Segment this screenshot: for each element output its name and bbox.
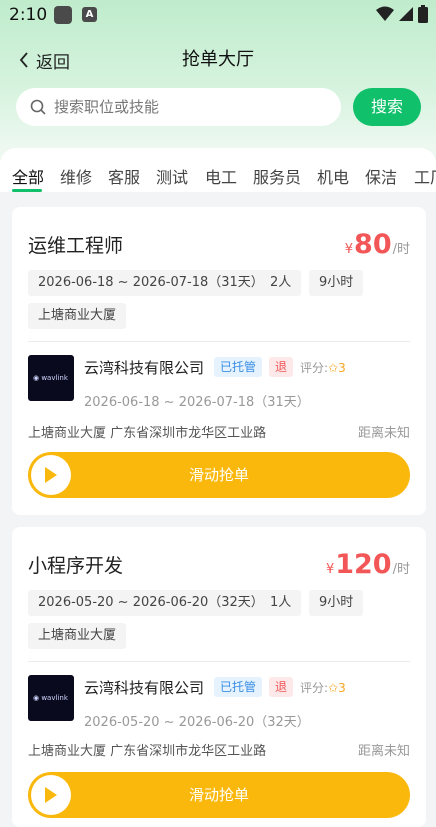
- job-price: ¥ 80 /时: [345, 229, 410, 260]
- company-rating: 评分:✩3: [300, 679, 346, 696]
- company-name: 云湾科技有限公司: [84, 679, 205, 697]
- tab-electromechanical[interactable]: 机电: [317, 164, 349, 188]
- slide-to-grab-slider[interactable]: 滑动抢单: [28, 772, 410, 818]
- tab-customer-service[interactable]: 客服: [108, 164, 140, 188]
- escrow-badge: 已托管: [214, 357, 263, 377]
- rating-label: 评分:: [300, 361, 329, 375]
- status-icons: [376, 5, 428, 23]
- company-rating: 评分:✩3: [300, 359, 346, 376]
- job-card[interactable]: 小程序开发 ¥ 120 /时 2026-05-20 ~ 2026-06-20（3…: [12, 527, 426, 827]
- active-tab-indicator: [12, 189, 42, 192]
- date-range-tag: 2026-06-18 ~ 2026-07-18（31天）: [28, 270, 274, 296]
- date-range-tag: 2026-05-20 ~ 2026-06-20（32天）: [28, 590, 274, 616]
- job-distance: 距离未知: [357, 426, 410, 441]
- company-date-range: 2026-05-20 ~ 2026-06-20（32天）: [84, 715, 310, 730]
- price-amount: 80: [354, 229, 392, 260]
- play-icon: [45, 467, 57, 483]
- search-input[interactable]: [52, 97, 316, 117]
- search-box[interactable]: [16, 88, 341, 126]
- location-tag: 上塘商业大厦: [28, 303, 127, 329]
- tab-waiter[interactable]: 服务员: [253, 164, 301, 188]
- tab-testing[interactable]: 测试: [156, 164, 188, 188]
- job-title: 运维工程师: [28, 235, 124, 257]
- search-button[interactable]: 搜索: [353, 88, 421, 126]
- navigation-bar: 返回 抢单大厅: [0, 40, 436, 80]
- hours-tag: 9小时: [309, 590, 364, 616]
- price-unit: /时: [392, 242, 410, 257]
- search-icon: [30, 99, 46, 115]
- slider-handle[interactable]: [31, 455, 71, 495]
- price-unit: /时: [392, 562, 410, 577]
- battery-icon: [418, 5, 428, 23]
- search-row: 搜索: [16, 88, 421, 128]
- price-amount: 120: [335, 549, 392, 580]
- people-tag: 2人: [260, 270, 302, 296]
- company-date-range: 2026-06-18 ~ 2026-07-18（31天）: [84, 395, 310, 410]
- location-tag: 上塘商业大厦: [28, 623, 127, 649]
- company-logo: ◉ wavlink: [28, 355, 74, 401]
- tab-electrician[interactable]: 电工: [205, 164, 237, 188]
- slider-handle[interactable]: [31, 775, 71, 815]
- price-currency: ¥: [325, 562, 335, 577]
- job-card[interactable]: 运维工程师 ¥ 80 /时 2026-06-18 ~ 2026-07-18（31…: [12, 207, 426, 515]
- star-icon: ✩: [328, 681, 339, 695]
- rating-value: 3: [338, 361, 346, 375]
- page-title: 抢单大厅: [182, 49, 254, 70]
- play-icon: [45, 787, 57, 803]
- price-currency: ¥: [344, 242, 354, 257]
- job-address: 上塘商业大厦 广东省深圳市龙华区工业路: [28, 744, 267, 759]
- people-tag: 1人: [260, 590, 302, 616]
- job-title: 小程序开发: [28, 555, 124, 577]
- job-distance: 距离未知: [357, 744, 410, 759]
- hours-tag: 9小时: [309, 270, 364, 296]
- job-price: ¥ 120 /时: [326, 549, 410, 580]
- company-logo: ◉ wavlink: [28, 675, 74, 721]
- job-address: 上塘商业大厦 广东省深圳市龙华区工业路: [28, 426, 267, 441]
- tab-factory[interactable]: 工厂: [414, 164, 436, 188]
- slide-to-grab-slider[interactable]: 滑动抢单: [28, 452, 410, 498]
- divider: [28, 341, 410, 342]
- company-name: 云湾科技有限公司: [84, 359, 205, 377]
- notification-a-icon: A: [82, 7, 97, 22]
- slide-label: 滑动抢单: [188, 466, 249, 484]
- status-bar: 2:10 A: [0, 0, 436, 30]
- star-icon: ✩: [328, 361, 339, 375]
- slide-label: 滑动抢单: [188, 786, 249, 804]
- escrow-badge: 已托管: [214, 677, 263, 697]
- tab-all[interactable]: 全部: [12, 164, 44, 188]
- category-tabs: 全部 维修 客服 测试 电工 服务员 机电 保洁 工厂: [0, 148, 436, 192]
- tab-repair[interactable]: 维修: [60, 164, 92, 188]
- wifi-icon: [376, 6, 394, 21]
- signal-icon: [399, 7, 413, 21]
- rating-label: 评分:: [300, 681, 329, 695]
- divider: [28, 661, 410, 662]
- notification-app-icon: [54, 6, 72, 24]
- refund-badge: 退: [269, 357, 294, 377]
- rating-value: 3: [338, 681, 346, 695]
- refund-badge: 退: [269, 677, 294, 697]
- status-time: 2:10: [9, 5, 48, 25]
- tab-cleaning[interactable]: 保洁: [365, 164, 397, 188]
